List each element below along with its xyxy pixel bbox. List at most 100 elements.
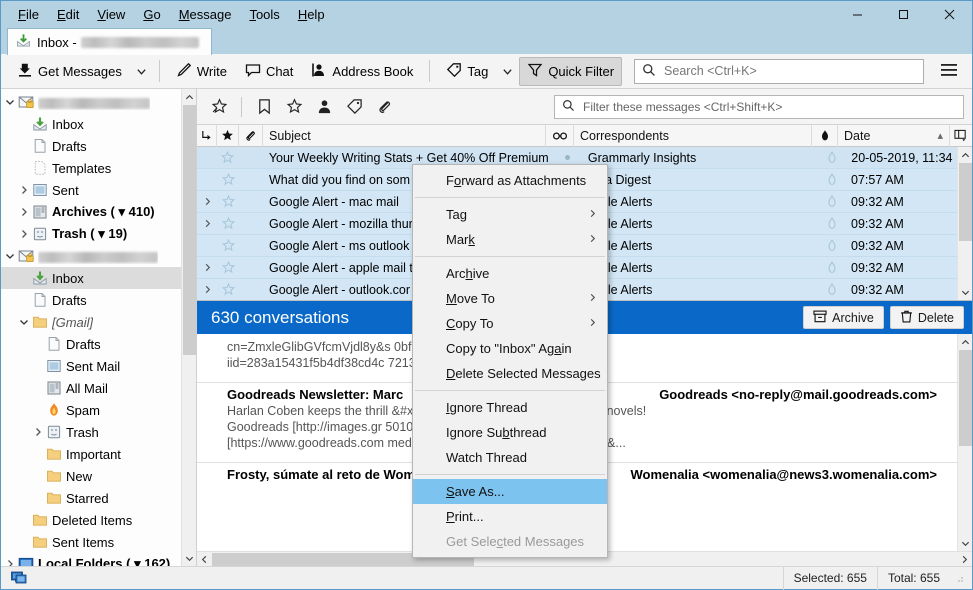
delete-button[interactable]: Delete <box>889 306 964 329</box>
folder-row-sent[interactable]: Sent <box>1 179 196 201</box>
folder-row-drafts[interactable]: Drafts <box>1 289 196 311</box>
scroll-down-arrow[interactable] <box>182 550 197 566</box>
folder-row-gmail[interactable]: [Gmail] <box>1 311 196 333</box>
context-menu-item-watch-thread[interactable]: Watch Thread <box>413 445 607 470</box>
thread-scroll-up-arrow[interactable] <box>958 147 973 163</box>
junk-indicator-icon[interactable] <box>819 279 845 301</box>
column-header-junk[interactable] <box>812 124 838 147</box>
folder-row-drafts[interactable]: Drafts <box>1 333 196 355</box>
junk-indicator-icon[interactable] <box>819 213 845 235</box>
quick-filter-search-box[interactable] <box>554 94 964 119</box>
get-messages-dropdown[interactable] <box>132 62 151 81</box>
context-menu-item-mark[interactable]: Mark <box>413 227 607 252</box>
scroll-up-arrow[interactable] <box>182 89 197 105</box>
column-header-attachment[interactable] <box>239 124 263 147</box>
folder-row-deleted-items[interactable]: Deleted Items <box>1 509 196 531</box>
thread-toggle-icon[interactable] <box>197 147 217 169</box>
folder-row-important[interactable]: Important <box>1 443 196 465</box>
column-picker-button[interactable] <box>950 125 972 147</box>
context-menu-item-forward-as-attachments[interactable]: Forward as Attachments <box>413 168 607 193</box>
column-header-thread[interactable] <box>197 124 217 147</box>
thread-pane-scrollbar[interactable] <box>957 147 972 300</box>
junk-indicator-icon[interactable] <box>819 169 845 191</box>
menu-edit[interactable]: Edit <box>48 4 88 25</box>
star-toggle-icon[interactable] <box>217 169 239 191</box>
folder-row-sent-items[interactable]: Sent Items <box>1 531 196 553</box>
quick-filter-input[interactable] <box>581 98 956 115</box>
star-toggle-icon[interactable] <box>217 213 239 235</box>
maximize-button[interactable] <box>880 1 926 27</box>
context-menu-item-copy-to-inbox-again[interactable]: Copy to "Inbox" Again <box>413 336 607 361</box>
tag-button[interactable]: Tag <box>438 57 496 86</box>
write-button[interactable]: Write <box>168 57 235 86</box>
star-toggle-icon[interactable] <box>217 191 239 213</box>
twisty-right-icon[interactable] <box>17 185 31 195</box>
context-menu-item-move-to[interactable]: Move To <box>413 286 607 311</box>
hscroll-left-arrow[interactable] <box>197 552 212 567</box>
folder-row-inbox[interactable]: Inbox <box>1 113 196 135</box>
column-header-date[interactable]: Date ▴ <box>838 124 950 147</box>
column-header-star[interactable] <box>217 124 239 147</box>
app-menu-button[interactable] <box>934 58 964 85</box>
context-menu-item-tag[interactable]: Tag <box>413 202 607 227</box>
folder-row-sent-mail[interactable]: Sent Mail <box>1 355 196 377</box>
column-header-subject[interactable]: Subject <box>263 124 546 147</box>
thread-toggle-icon[interactable] <box>197 191 217 213</box>
folder-scroll-track[interactable] <box>182 105 197 550</box>
folder-row-starred[interactable]: Starred <box>1 487 196 509</box>
folder-row-inbox[interactable]: Inbox <box>1 267 196 289</box>
attachment-filter-icon[interactable] <box>370 94 398 120</box>
twisty-down-icon[interactable] <box>3 251 17 261</box>
tag-filter-icon[interactable] <box>340 94 368 120</box>
preview-scroll-down-arrow[interactable] <box>958 535 973 551</box>
thread-toggle-icon[interactable] <box>197 235 217 257</box>
star-toggle-icon[interactable] <box>217 257 239 279</box>
star-toggle-icon[interactable] <box>217 235 239 257</box>
quick-filter-button[interactable]: Quick Filter <box>519 56 623 86</box>
twisty-right-icon[interactable] <box>17 229 31 239</box>
thread-toggle-icon[interactable] <box>197 169 217 191</box>
menu-message[interactable]: Message <box>170 4 241 25</box>
folder-row-trash-19[interactable]: Trash ( ▾ 19) <box>1 223 196 245</box>
starred-bookmark-icon[interactable] <box>250 94 278 120</box>
folder-pane-scrollbar[interactable] <box>181 89 196 566</box>
context-menu-item-ignore-thread[interactable]: Ignore Thread <box>413 395 607 420</box>
thread-scroll-track[interactable] <box>958 163 973 284</box>
menu-tools[interactable]: Tools <box>240 4 288 25</box>
folder-row-local-folders-162[interactable]: Local Folders ( ▾ 162) <box>1 553 196 566</box>
thread-scroll-thumb[interactable] <box>958 163 972 241</box>
twisty-right-icon[interactable] <box>3 559 17 566</box>
context-menu-item-ignore-subthread[interactable]: Ignore Subthread <box>413 420 607 445</box>
preview-scroll-track[interactable] <box>958 350 973 535</box>
search-input[interactable] <box>662 63 916 79</box>
preview-scrollbar[interactable] <box>957 334 972 551</box>
star-toggle-icon[interactable] <box>217 147 239 169</box>
folder-row-templates[interactable]: Templates <box>1 157 196 179</box>
column-header-unread[interactable] <box>546 124 574 147</box>
tab-inbox[interactable]: Inbox - <box>7 28 212 55</box>
thread-toggle-icon[interactable] <box>197 279 217 301</box>
folder-row-new[interactable]: New <box>1 465 196 487</box>
folder-row-spam[interactable]: Spam <box>1 399 196 421</box>
menu-view[interactable]: View <box>88 4 134 25</box>
contact-filter-icon[interactable] <box>310 94 338 120</box>
address-book-button[interactable]: Address Book <box>303 57 421 86</box>
context-menu-item-copy-to[interactable]: Copy To <box>413 311 607 336</box>
global-search-box[interactable] <box>634 58 924 84</box>
junk-indicator-icon[interactable] <box>819 235 845 257</box>
preview-scroll-up-arrow[interactable] <box>958 334 973 350</box>
context-menu-item-save-as[interactable]: Save As... <box>413 479 607 504</box>
star-filter-icon[interactable] <box>280 94 308 120</box>
menu-help[interactable]: Help <box>289 4 334 25</box>
folder-row-account[interactable] <box>1 91 196 113</box>
twisty-right-icon[interactable] <box>31 427 45 437</box>
folder-row-trash[interactable]: Trash <box>1 421 196 443</box>
context-menu-item-archive[interactable]: Archive <box>413 261 607 286</box>
folder-row-all-mail[interactable]: All Mail <box>1 377 196 399</box>
thread-scroll-down-arrow[interactable] <box>958 284 973 300</box>
minimize-button[interactable] <box>834 1 880 27</box>
tag-dropdown[interactable] <box>498 62 517 81</box>
folder-row-drafts[interactable]: Drafts <box>1 135 196 157</box>
hscroll-right-arrow[interactable] <box>957 552 972 567</box>
thread-toggle-icon[interactable] <box>197 213 217 235</box>
